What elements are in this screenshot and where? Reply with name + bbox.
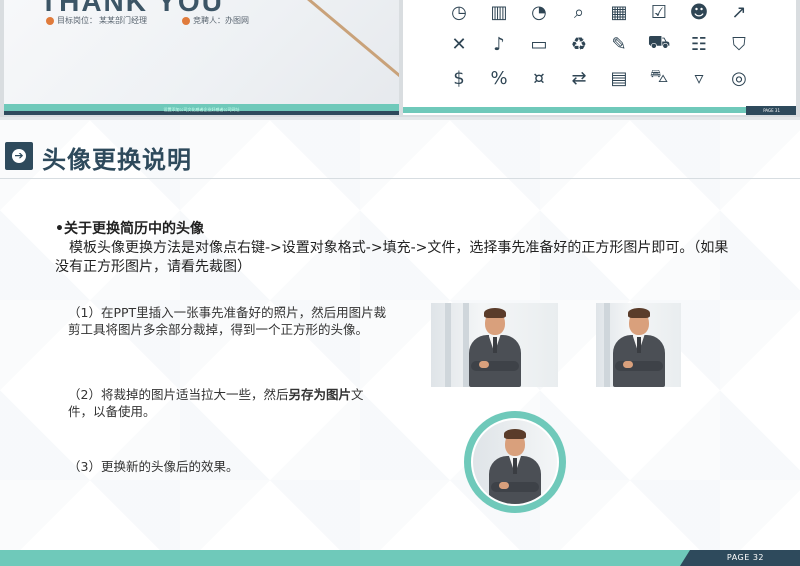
section-body: 模板头像更换方法是对像点右键->设置对象格式->填充->文件，选择事先准备好的正… (55, 240, 729, 275)
hand (478, 361, 489, 368)
truck-icon: ⛟ (647, 32, 671, 53)
person-icon (182, 16, 190, 25)
tie (636, 337, 641, 353)
title-divider (0, 178, 800, 179)
pen-decoration (303, 0, 399, 81)
businessman-figure (485, 426, 545, 504)
clock-icon: ◷ (451, 1, 467, 23)
recycle-icon: ♻ (570, 33, 588, 55)
tie (492, 337, 497, 353)
shield-icon: ⛉ (732, 33, 746, 55)
slide-32: ➔ 头像更换说明 •关于更换简历中的头像 模板头像更换方法是对像点右键->设置对… (0, 120, 800, 566)
thumbnail-slide-31-right[interactable]: ◷ ▥ ◔ ⌕ ▦ ☑ ☻ ↗ ✕ ♪ ▭ ♻ ✎ ⛟ ☷ ⛉ $ % ¤ ⇄ … (403, 0, 796, 115)
step-1: （1）在PPT里插入一张事先准备好的照片，然后用图片裁剪工具将图片多余部分裁掉，… (68, 305, 387, 337)
tie (513, 458, 517, 474)
hair (504, 429, 526, 439)
worker-icon: ☻ (689, 1, 709, 23)
tools-icon: ✕ (451, 33, 467, 55)
wrench-icon: ✎ (611, 33, 627, 55)
instruction-section: •关于更换简历中的头像 模板头像更换方法是对像点右键->设置对象格式->填充->… (55, 220, 735, 277)
section-heading: •关于更换简历中的头像 (55, 221, 204, 237)
cropped-photo[interactable] (596, 303, 681, 387)
applicant-label: 竞聘人： (193, 16, 225, 25)
footer-bar: PAGE 32 (0, 550, 800, 566)
growth-chart-icon: ↗ (731, 1, 747, 23)
coins-icon: ◎ (731, 67, 747, 89)
target-position: 目标岗位： 某某部门经理 (46, 15, 147, 26)
hand (622, 361, 633, 368)
window-frame (445, 303, 451, 387)
books-icon: ▥ (490, 1, 508, 23)
percent-icon: % (490, 67, 508, 89)
calendar-icon: ▦ (610, 1, 628, 23)
target-icon (46, 16, 54, 25)
title-badge: ➔ (5, 142, 33, 170)
step-2: （2）将裁掉的图片适当拉大一些，然后另存为图片文件，以备使用。 (68, 386, 388, 420)
thumbnail-strip: THANK YOU 目标岗位： 某某部门经理 竞聘人： 办图网 设置添加公司文化… (0, 0, 800, 117)
applicant: 竞聘人： 办图网 (182, 15, 249, 26)
arrow-right-icon: ➔ (12, 149, 26, 163)
teal-footer-bar (0, 550, 690, 566)
step-3: （3）更换新的头像后的效果。 (68, 459, 239, 474)
microphone-icon: ♪ (493, 33, 505, 55)
step-2-text-start: （2）将裁掉的图片适当拉大一些，然后 (68, 387, 289, 402)
hair (483, 308, 506, 318)
slide-title: 头像更换说明 (42, 146, 192, 174)
businessman-figure (609, 305, 669, 387)
teal-footer-bar (403, 107, 796, 113)
target-value: 某某部门经理 (99, 16, 147, 25)
magnifier-chart-icon: ⌕ (573, 1, 585, 23)
cash-icon: ¤ (533, 67, 545, 89)
applicant-value: 办图网 (225, 16, 249, 25)
original-photo[interactable] (431, 303, 558, 387)
avatar (471, 418, 559, 506)
org-chart-icon: ☷ (690, 33, 708, 55)
pie-chart-icon: ◔ (531, 1, 547, 23)
page-number: PAGE 32 (726, 553, 764, 562)
page-number: PAGE 31 (763, 108, 780, 113)
thumbnail-slide-31-left[interactable]: THANK YOU 目标岗位： 某某部门经理 竞聘人： 办图网 设置添加公司文化… (4, 0, 399, 115)
step-2-emphasis: 另存为图片 (288, 387, 351, 402)
checklist-icon: ☑ (650, 1, 668, 23)
cash-register-icon: ▤ (610, 67, 628, 89)
footer-note: 设置添加公司文化感者企业好感者公司网址 (163, 107, 240, 112)
avatar-circle[interactable] (464, 411, 566, 513)
cart-icon: ⛍ (649, 66, 669, 87)
hand (499, 482, 509, 489)
businessman-figure (465, 305, 525, 387)
target-label: 目标岗位： (57, 16, 97, 25)
monitor-icon: ▭ (530, 33, 548, 55)
money-hand-icon: $ (453, 67, 465, 89)
hair (627, 308, 650, 318)
basket-icon: ▿ (694, 67, 704, 89)
exchange-icon: ⇄ (571, 67, 587, 89)
